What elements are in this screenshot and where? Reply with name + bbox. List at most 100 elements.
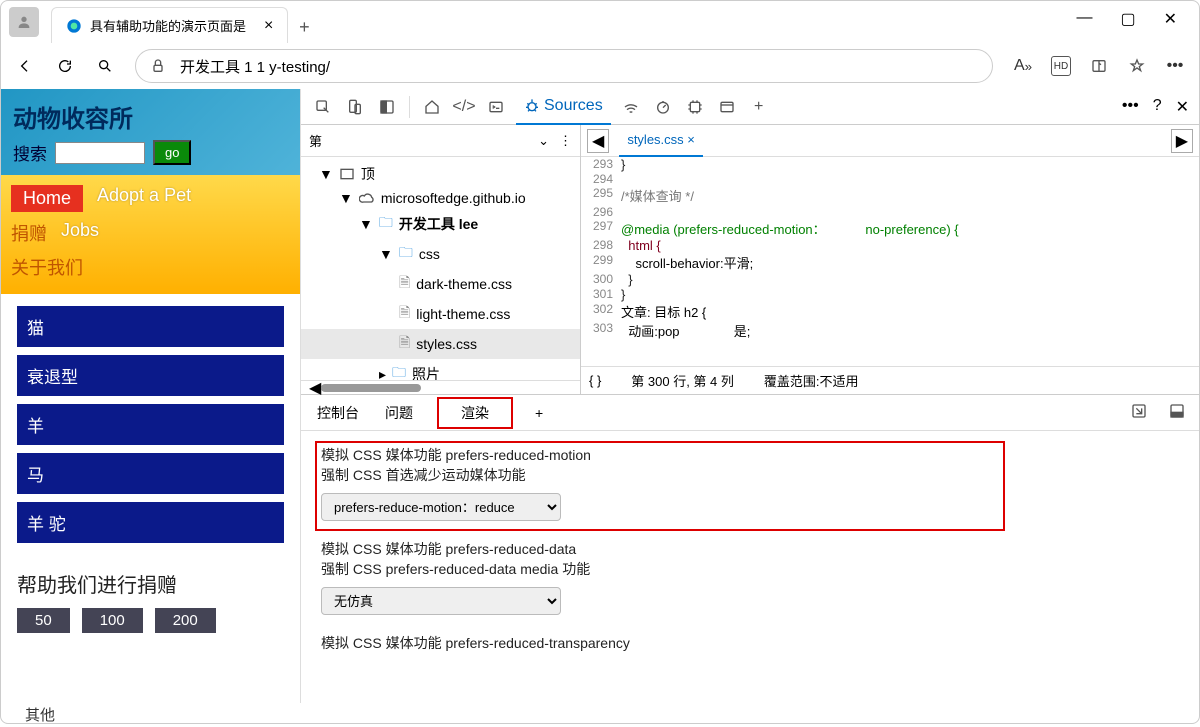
- reader-icon[interactable]: [1089, 56, 1109, 76]
- file-navigator: 第 ⌄ ⋮ ▼ 顶 ▼ microsoftedge.github.io ▼ 🗀 …: [301, 125, 581, 394]
- list-item[interactable]: 衰退型: [17, 355, 284, 396]
- devtools-close-icon[interactable]: ✕: [1176, 97, 1189, 117]
- file-icon: 🗎: [399, 272, 410, 296]
- memory-icon[interactable]: [683, 99, 707, 115]
- devtools-tablist: </> Sources + ••• ? ✕: [301, 89, 1199, 125]
- search-icon[interactable]: [95, 56, 115, 76]
- cloud-icon: [359, 190, 375, 206]
- prefers-reduced-motion-select[interactable]: prefers-reduce-motion：reduce: [321, 493, 561, 521]
- page-viewport: 动物收容所 搜索 go Home Adopt a Pet 捐赠 Jobs 关于我…: [1, 89, 301, 703]
- tab-console[interactable]: 控制台: [315, 399, 361, 427]
- minimize-icon[interactable]: —: [1076, 9, 1092, 29]
- other-label: 其他: [9, 702, 71, 727]
- search-label: 搜索: [13, 140, 47, 165]
- navigator-more-icon[interactable]: ⋮: [559, 133, 572, 149]
- nav-home[interactable]: Home: [11, 185, 83, 212]
- read-aloud-icon[interactable]: A»: [1013, 56, 1033, 76]
- devtools-panel: </> Sources + ••• ? ✕ 第 ⌄ ⋮: [301, 89, 1199, 703]
- tree-folder[interactable]: ▼ 🗀 开发工具 lee: [301, 209, 580, 239]
- devtools-more-icon[interactable]: •••: [1122, 97, 1139, 117]
- hd-icon[interactable]: HD: [1051, 56, 1071, 76]
- list-item[interactable]: 猫: [17, 306, 284, 347]
- console-icon[interactable]: [484, 99, 508, 115]
- elements-icon[interactable]: </>: [452, 98, 476, 116]
- profile-icon[interactable]: [9, 7, 39, 37]
- maximize-icon[interactable]: ▢: [1120, 9, 1135, 29]
- tree-file[interactable]: 🗎 dark-theme.css: [301, 269, 580, 299]
- folder-icon: 🗀: [392, 362, 406, 380]
- browser-tab[interactable]: 具有辅助功能的演示页面是 ×: [51, 7, 288, 43]
- pretty-print-button[interactable]: { }: [589, 373, 601, 388]
- network-icon[interactable]: [619, 99, 643, 115]
- edge-icon: [66, 18, 82, 34]
- navigator-label: 第: [309, 131, 322, 150]
- add-drawer-tab-icon[interactable]: +: [535, 405, 543, 421]
- scrollbar[interactable]: ◀: [301, 380, 580, 394]
- close-tab-icon[interactable]: ×: [264, 17, 273, 35]
- prefers-reduced-data-select[interactable]: 无仿真: [321, 587, 561, 615]
- chevron-down-icon[interactable]: ⌄: [538, 133, 549, 149]
- option-subtitle: 强制 CSS 首选减少运动媒体功能: [321, 465, 1179, 485]
- option-title: 模拟 CSS 媒体功能 prefers-reduced-data: [321, 539, 1179, 559]
- tab-title: 具有辅助功能的演示页面是: [90, 16, 246, 35]
- list-item[interactable]: 羊: [17, 404, 284, 445]
- tree-folder[interactable]: ▸ 🗀 照片: [301, 359, 580, 380]
- tree-domain[interactable]: ▼ microsoftedge.github.io: [301, 187, 580, 209]
- application-icon[interactable]: [715, 99, 739, 115]
- performance-icon[interactable]: [651, 99, 675, 115]
- nav-jobs[interactable]: Jobs: [61, 220, 99, 246]
- nav-donate[interactable]: 捐赠: [11, 220, 47, 246]
- help-icon[interactable]: ?: [1153, 97, 1162, 117]
- device-icon[interactable]: [343, 99, 367, 115]
- tree-file-selected[interactable]: 🗎 styles.css: [301, 329, 580, 359]
- back-icon[interactable]: [15, 56, 35, 76]
- dock-icon[interactable]: [375, 99, 399, 115]
- donate-button[interactable]: 100: [82, 608, 143, 633]
- file-icon: 🗎: [399, 302, 410, 326]
- tab-rendering[interactable]: 渲染: [437, 397, 513, 429]
- url-text: 开发工具 1 1 y-testing/: [180, 56, 330, 77]
- option-subtitle: 强制 CSS prefers-reduced-data media 功能: [321, 559, 1179, 579]
- code-tab[interactable]: styles.css ×: [619, 125, 703, 157]
- coverage-status: 覆盖范围:不适用: [764, 371, 859, 390]
- tab-issues[interactable]: 问题: [383, 399, 415, 427]
- file-icon: 🗎: [399, 332, 410, 356]
- tree-file[interactable]: 🗎 light-theme.css: [301, 299, 580, 329]
- drawer-dock-icon[interactable]: [1169, 403, 1185, 422]
- address-bar[interactable]: 开发工具 1 1 y-testing/: [135, 49, 993, 83]
- bug-icon: [524, 98, 540, 114]
- code-editor: ◀ styles.css × ▶ 293} 294 295/*媒体查询 */ 2…: [581, 125, 1199, 394]
- browser-toolbar: 开发工具 1 1 y-testing/ A» HD •••: [1, 43, 1199, 89]
- list-item[interactable]: 马: [17, 453, 284, 494]
- refresh-icon[interactable]: [55, 56, 75, 76]
- folder-icon: 🗀: [379, 212, 393, 236]
- close-window-icon[interactable]: ✕: [1164, 9, 1177, 29]
- favorite-icon[interactable]: [1127, 56, 1147, 76]
- code-body[interactable]: 293} 294 295/*媒体查询 */ 296 297@media (pre…: [581, 157, 1199, 366]
- go-button[interactable]: go: [153, 140, 191, 165]
- browser-titlebar: 具有辅助功能的演示页面是 × + — ▢ ✕: [1, 1, 1199, 43]
- tree-folder[interactable]: ▼ 🗀 css: [301, 239, 580, 269]
- animal-list: 猫 衰退型 羊 马 羊 驼: [1, 294, 300, 563]
- more-icon[interactable]: •••: [1165, 56, 1185, 76]
- folder-icon: 🗀: [399, 242, 413, 266]
- add-tab-icon[interactable]: +: [747, 98, 771, 116]
- search-input[interactable]: [55, 142, 145, 164]
- expand-icon[interactable]: ▶: [1171, 129, 1193, 153]
- donate-button[interactable]: 200: [155, 608, 216, 633]
- donate-button[interactable]: 50: [17, 608, 70, 633]
- tree-root[interactable]: ▼ 顶: [301, 161, 580, 187]
- drawer-tablist: 控制台 问题 渲染 +: [301, 395, 1199, 431]
- nav-adopt[interactable]: Adopt a Pet: [97, 185, 191, 212]
- window-icon: [339, 166, 355, 182]
- list-item[interactable]: 羊 驼: [17, 502, 284, 543]
- inspect-icon[interactable]: [311, 99, 335, 115]
- new-tab-button[interactable]: +: [288, 11, 320, 43]
- option-title: 模拟 CSS 媒体功能 prefers-reduced-motion: [321, 445, 1179, 465]
- nav-about[interactable]: 关于我们: [11, 254, 83, 280]
- collapse-icon[interactable]: ◀: [587, 129, 609, 153]
- main-nav: Home Adopt a Pet 捐赠 Jobs 关于我们: [1, 175, 300, 294]
- tab-sources[interactable]: Sources: [516, 89, 611, 125]
- drawer-expand-icon[interactable]: [1131, 403, 1147, 422]
- welcome-icon[interactable]: [420, 99, 444, 115]
